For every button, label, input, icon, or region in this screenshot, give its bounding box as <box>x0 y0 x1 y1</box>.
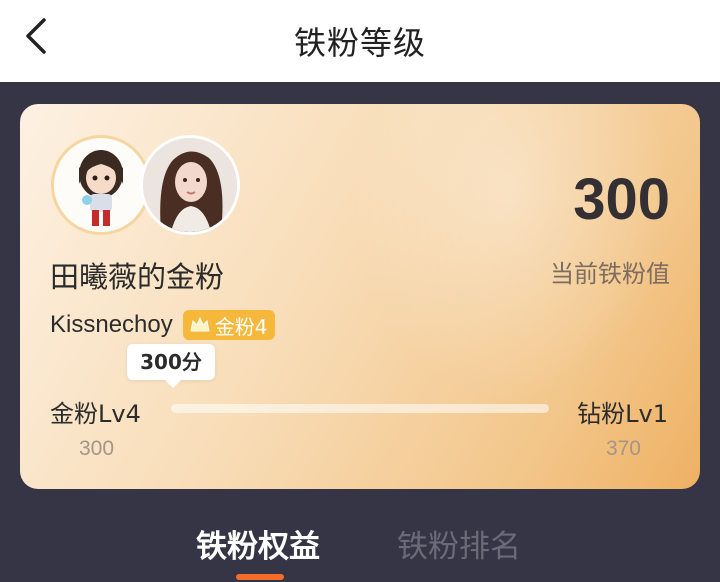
user-info: Kissnechoy 金粉4 <box>50 310 276 340</box>
top-navigation-bar: 铁粉等级 <box>0 0 720 82</box>
progress-tooltip: 300分 <box>127 344 215 388</box>
tab-fan-ranking[interactable]: 铁粉排名 <box>397 521 521 566</box>
tab-fan-benefits[interactable]: 铁粉权益 <box>196 521 320 566</box>
level-badge: 金粉4 <box>182 310 276 340</box>
active-tab-indicator <box>236 574 284 580</box>
fan-score-label: 当前铁粉值 <box>550 260 670 288</box>
current-level-value: 300 <box>79 437 115 460</box>
username: Kissnechoy <box>50 311 173 338</box>
level-badge-label: 金粉4 <box>214 314 268 339</box>
crown-icon <box>190 316 210 332</box>
page-title: 铁粉等级 <box>293 24 426 62</box>
star-avatar[interactable] <box>140 135 240 235</box>
fan-title: 田曦薇的金粉 <box>50 260 225 294</box>
fan-score: 300 <box>573 167 670 232</box>
next-level-value: 370 <box>605 437 641 460</box>
fan-avatar[interactable] <box>51 135 151 235</box>
fan-level-card: 田曦薇的金粉 300 当前铁粉值 Kissnechoy 金粉4 300分 金粉L… <box>20 104 700 489</box>
current-level-label: 金粉Lv4 <box>50 400 141 428</box>
level-progress-bar <box>171 404 549 413</box>
next-level-label: 钻粉Lv1 <box>577 400 668 428</box>
